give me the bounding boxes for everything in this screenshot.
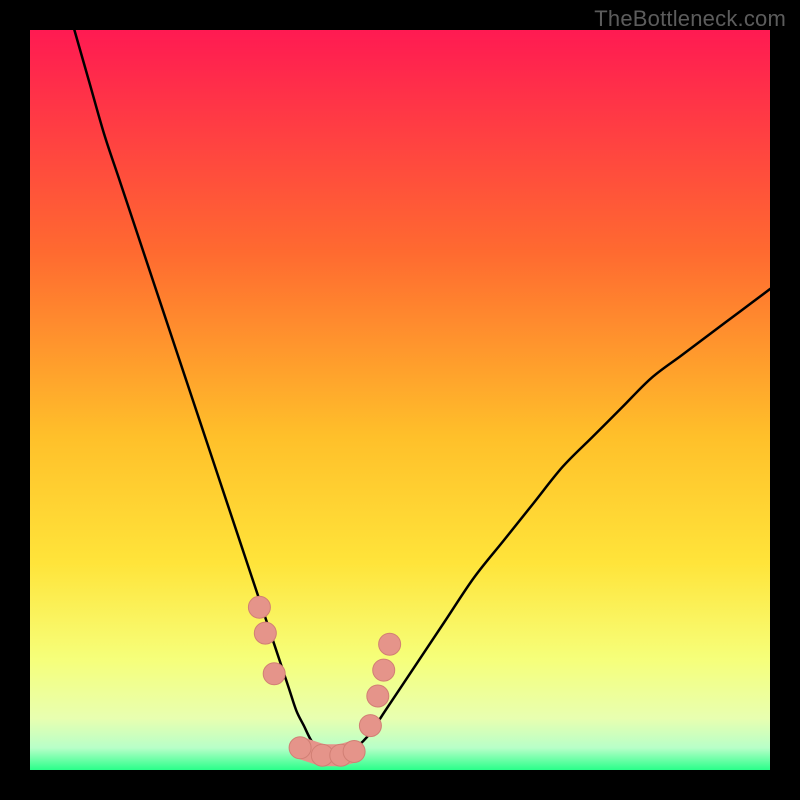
- outer-frame: TheBottleneck.com: [0, 0, 800, 800]
- watermark-text: TheBottleneck.com: [594, 6, 786, 32]
- marker-dot: [248, 596, 270, 618]
- gradient-background: [30, 30, 770, 770]
- plot-area: [30, 30, 770, 770]
- marker-dot: [343, 741, 365, 763]
- marker-dot: [367, 685, 389, 707]
- marker-dot: [289, 737, 311, 759]
- marker-dot: [373, 659, 395, 681]
- marker-dot: [379, 633, 401, 655]
- marker-dot: [254, 622, 276, 644]
- marker-dot: [263, 663, 285, 685]
- marker-dot: [359, 715, 381, 737]
- chart-svg: [30, 30, 770, 770]
